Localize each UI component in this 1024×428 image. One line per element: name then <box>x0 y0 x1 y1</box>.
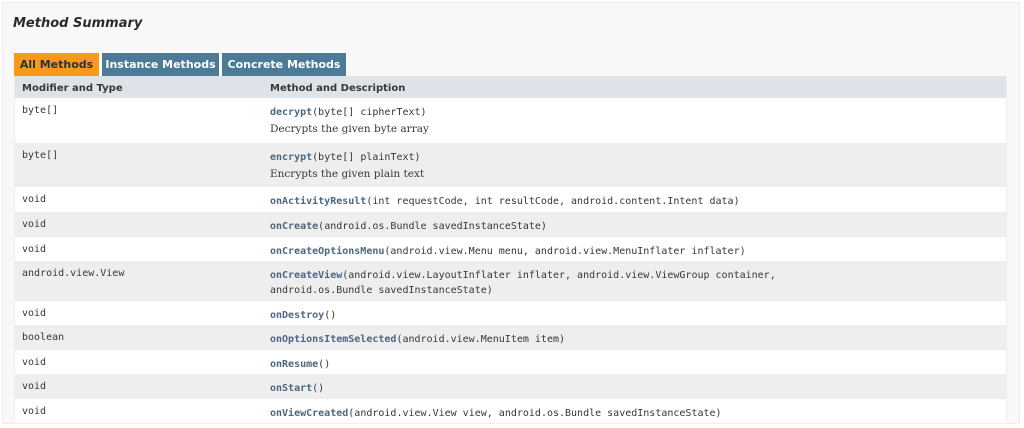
method-link-onviewcreated[interactable]: onViewCreated <box>270 408 348 419</box>
modifier-type: void <box>22 219 47 230</box>
modifier-type: void <box>22 194 47 205</box>
modifier-type: void <box>22 406 47 417</box>
modifier-type: byte[] <box>22 150 59 161</box>
table-row: void onResume() <box>15 350 1006 374</box>
method-params-continued: android.os.Bundle savedInstanceState) <box>270 285 493 296</box>
table-row: void onStart() <box>15 374 1006 399</box>
method-params: (int requestCode, int resultCode, androi… <box>366 196 740 207</box>
method-params: () <box>312 383 325 394</box>
modifier-type: void <box>22 357 47 368</box>
modifier-type: void <box>22 381 47 392</box>
table-row: void onViewCreated(android.view.View vie… <box>15 399 1006 423</box>
tab-concrete-methods[interactable]: Concrete Methods <box>222 53 346 76</box>
modifier-type: android.view.View <box>22 268 125 279</box>
modifier-type: void <box>22 244 47 255</box>
method-link-onresume[interactable]: onResume <box>270 359 318 370</box>
method-params: (android.os.Bundle savedInstanceState) <box>318 221 547 232</box>
modifier-type: byte[] <box>22 105 59 116</box>
method-description: Encrypts the given plain text <box>270 168 425 180</box>
method-params: (byte[] plainText) <box>312 152 421 163</box>
method-link-onactivityresult[interactable]: onActivityResult <box>270 196 366 207</box>
method-link-onoptionsitemselected[interactable]: onOptionsItemSelected <box>270 334 396 345</box>
method-params: (android.view.Menu menu, android.view.Me… <box>384 246 746 257</box>
method-link-ondestroy[interactable]: onDestroy <box>270 310 324 321</box>
method-params: () <box>324 310 337 321</box>
method-summary-table: Modifier and Type Method and Description… <box>14 76 1007 424</box>
table-row: void onCreate(android.os.Bundle savedIns… <box>15 212 1006 237</box>
tab-instance-methods[interactable]: Instance Methods <box>102 53 219 76</box>
method-link-oncreateoptionsmenu[interactable]: onCreateOptionsMenu <box>270 246 384 257</box>
modifier-type: void <box>22 308 47 319</box>
method-link-oncreateview[interactable]: onCreateView <box>270 270 342 281</box>
table-row: boolean onOptionsItemSelected(android.vi… <box>15 325 1006 350</box>
table-header: Modifier and Type Method and Description <box>15 76 1006 98</box>
method-description: Decrypts the given byte array <box>270 123 429 135</box>
method-link-decrypt[interactable]: decrypt <box>270 107 312 118</box>
table-row: byte[] encrypt(byte[] plainText) Encrypt… <box>15 143 1006 187</box>
method-link-onstart[interactable]: onStart <box>270 383 312 394</box>
method-link-encrypt[interactable]: encrypt <box>270 152 312 163</box>
method-summary-panel: Method Summary All Methods Instance Meth… <box>2 2 1020 424</box>
section-title: Method Summary <box>13 16 143 31</box>
modifier-type: boolean <box>22 332 65 343</box>
table-row: android.view.View onCreateView(android.v… <box>15 261 1006 301</box>
method-params: (byte[] cipherText) <box>312 107 427 118</box>
table-row: void onActivityResult(int requestCode, i… <box>15 187 1006 212</box>
method-params: () <box>318 359 331 370</box>
method-params: (android.view.MenuItem item) <box>396 334 566 345</box>
table-row: byte[] decrypt(byte[] cipherText) Decryp… <box>15 98 1006 143</box>
tab-all-methods[interactable]: All Methods <box>14 53 99 76</box>
table-row: void onCreateOptionsMenu(android.view.Me… <box>15 237 1006 261</box>
table-row: void onDestroy() <box>15 301 1006 325</box>
method-params: (android.view.LayoutInflater inflater, a… <box>342 270 776 281</box>
method-params: (android.view.View view, android.os.Bund… <box>348 408 722 419</box>
method-link-oncreate[interactable]: onCreate <box>270 221 318 232</box>
